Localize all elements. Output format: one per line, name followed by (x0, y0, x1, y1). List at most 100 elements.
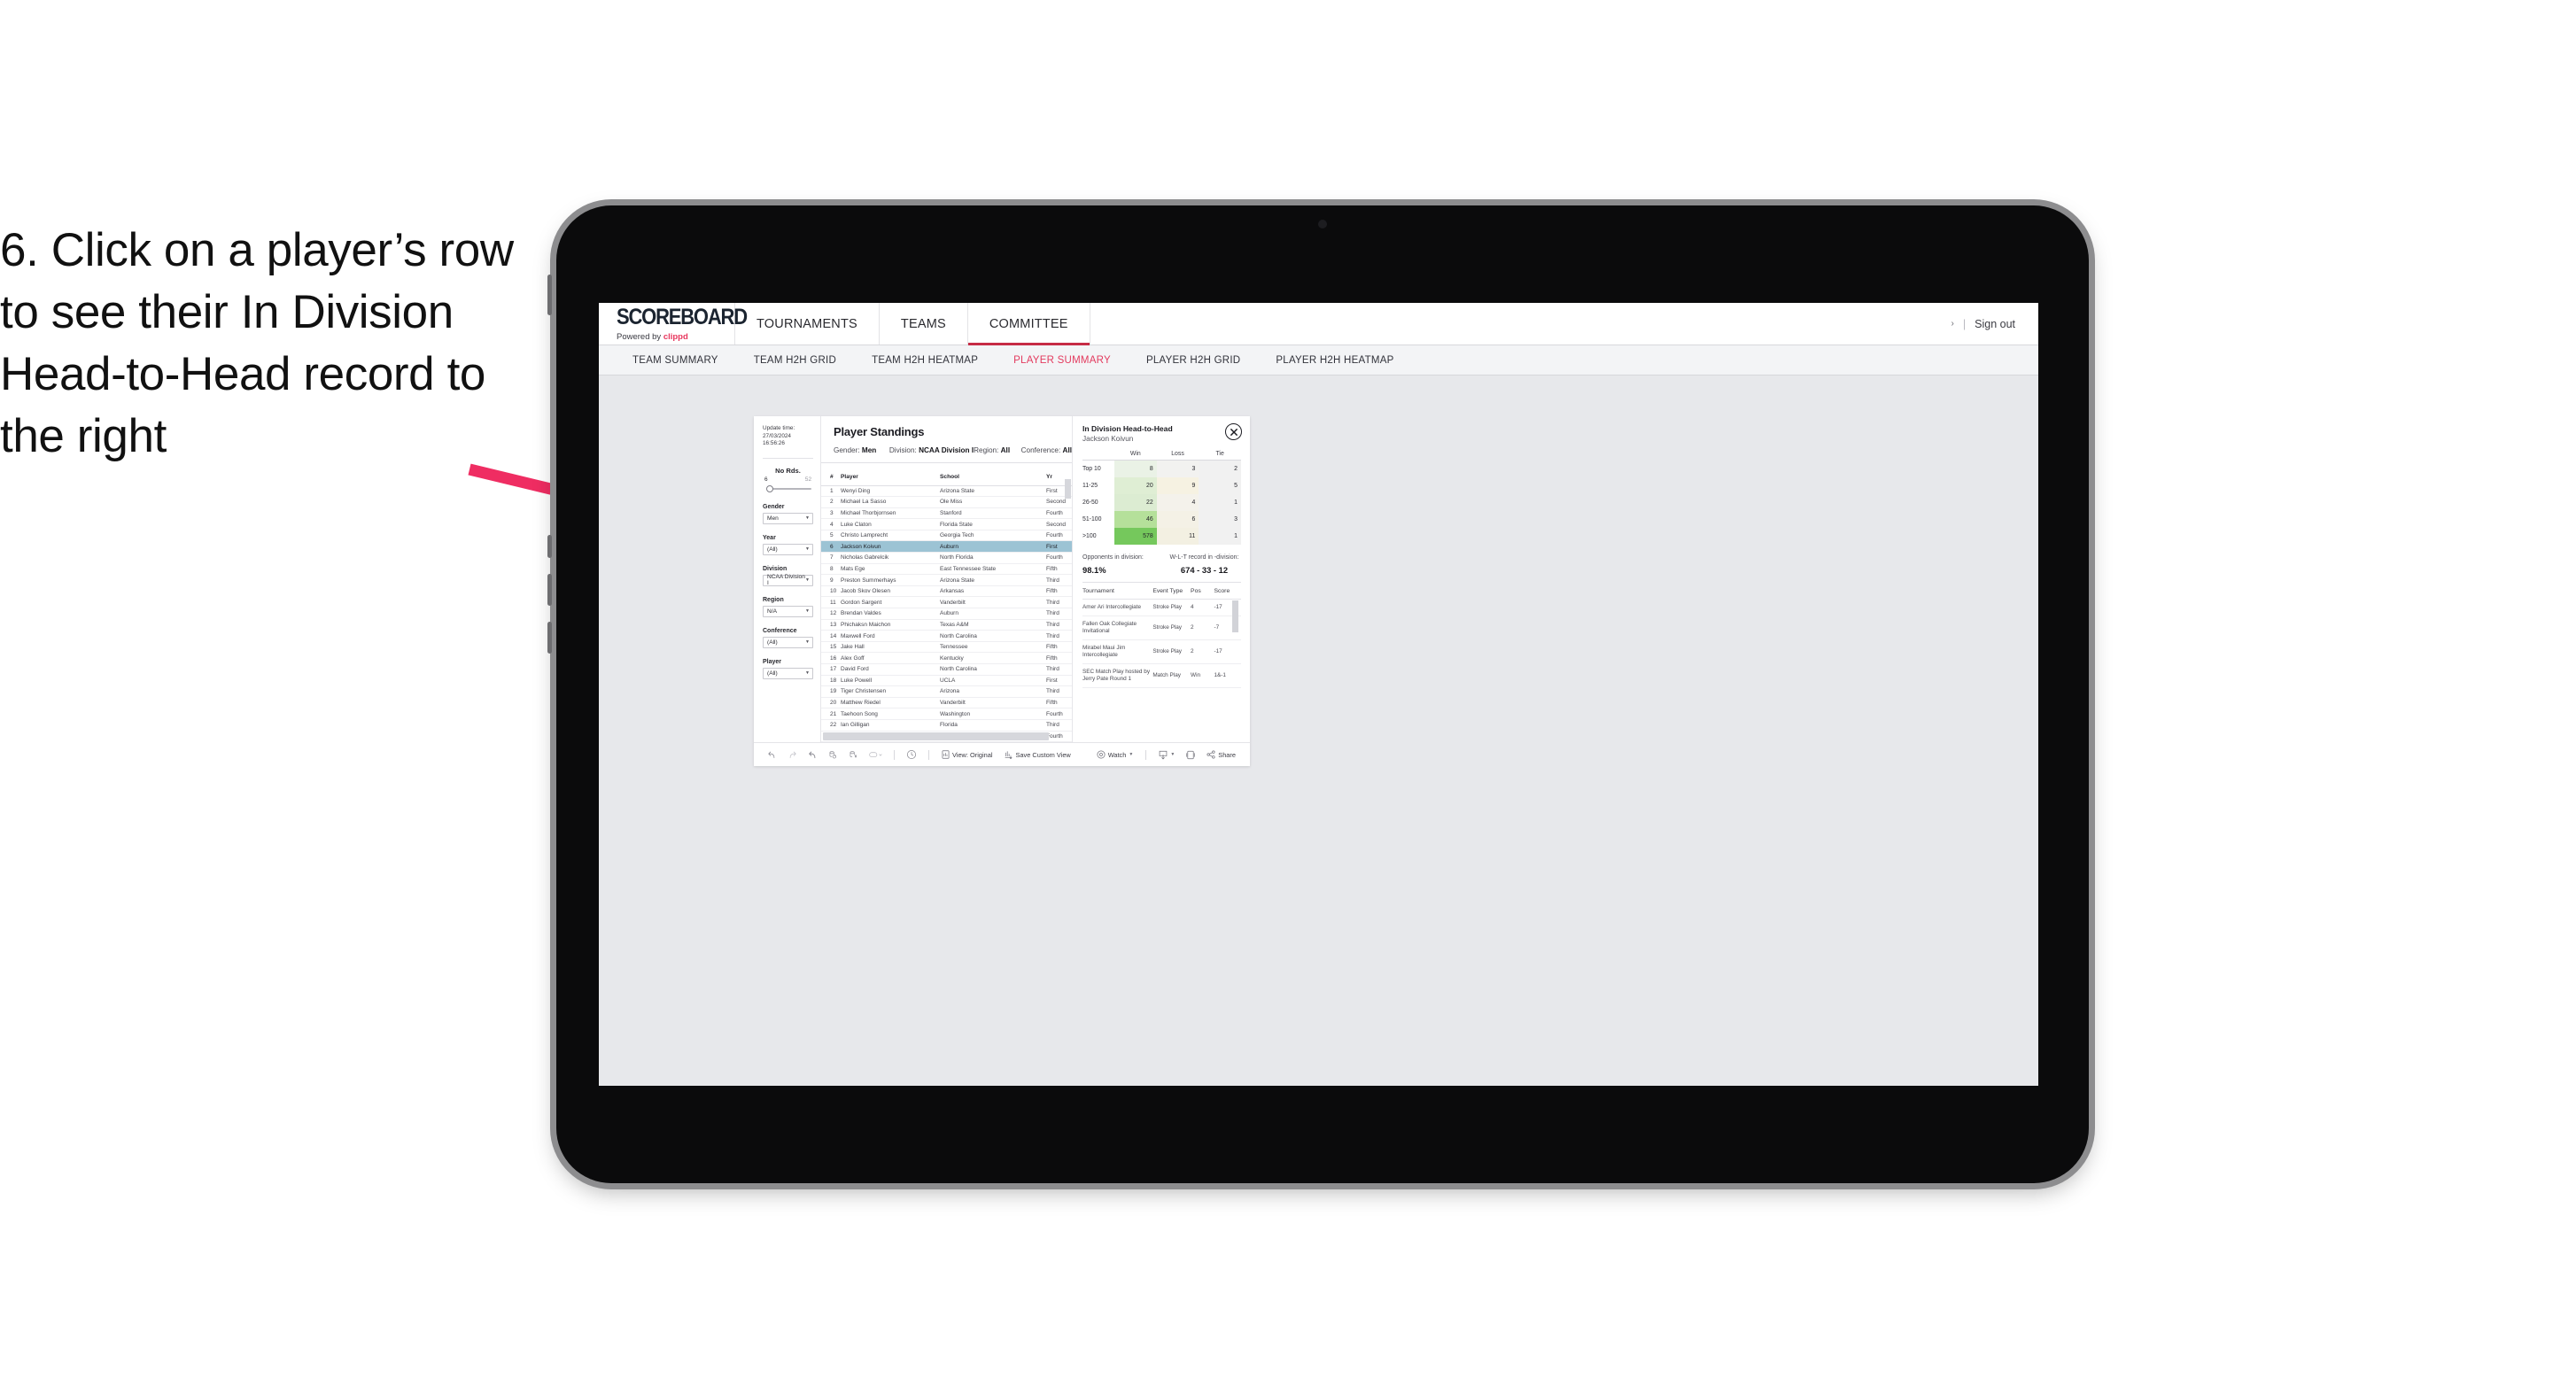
undo-icon[interactable] (762, 750, 782, 760)
slider-track[interactable] (763, 484, 813, 493)
table-row[interactable]: 16Alex GoffKentuckyFifth-8190 (821, 652, 1072, 664)
table-row[interactable]: 12Brendan ValdesAuburnThird-5270 (821, 608, 1072, 620)
table-row[interactable]: 7Nicholas GabrelcikNorth FloridaFourth-1… (821, 552, 1072, 564)
col-rank[interactable]: # (821, 463, 841, 486)
list-item[interactable]: SEC Match Play hosted by Jerry Pate Roun… (1082, 663, 1241, 688)
list-item[interactable]: Amer Ari Intercollegiate Stroke Play 4 -17 (1082, 599, 1241, 616)
chevron-down-icon: ▼ (805, 670, 810, 677)
brand-logo[interactable]: SCOREBOARD Powered by clippd (599, 303, 748, 345)
tab-player-h2h-heatmap[interactable]: PLAYER H2H HEATMAP (1258, 355, 1411, 366)
table-row[interactable]: 11Gordon SargentVanderbiltThird-4210 (821, 596, 1072, 609)
redo-icon[interactable] (782, 750, 803, 760)
watch-button[interactable]: Watch ▼ (1090, 750, 1140, 759)
close-icon[interactable] (1225, 423, 1242, 440)
table-row[interactable]: 19Tiger ChristensenArizonaThird-5232 (821, 685, 1072, 698)
cell-player: Taehoon Song (841, 708, 940, 720)
tab-team-h2h-heatmap[interactable]: TEAM H2H HEATMAP (854, 355, 996, 366)
pause-auto-update-icon[interactable] (901, 749, 922, 760)
meta-gender: Gender: Men (834, 446, 889, 454)
standings-table-wrapper: # Player School Yr RegRank ConfRank NoRd… (821, 462, 1072, 742)
table-row[interactable]: 15Jake HallTennesseeFifth-7180 (821, 641, 1072, 654)
fullscreen-icon[interactable] (1181, 750, 1200, 760)
cell-event-type: Stroke Play (1152, 616, 1191, 640)
table-row[interactable]: 4Luke ClatonFlorida StateSecond-1272 (821, 518, 1072, 530)
standings-horizontal-scrollbar[interactable] (821, 732, 1072, 740)
meta-value: All (1000, 446, 1011, 454)
table-row[interactable]: 1Wenyi DingArizona StateFirst-1151 (821, 485, 1072, 498)
h2h-row: >100 578 11 1 (1082, 527, 1241, 545)
sign-out-link[interactable]: Sign out (1975, 318, 2015, 330)
cell-rank: 8 (821, 563, 841, 576)
tab-player-summary[interactable]: PLAYER SUMMARY (996, 355, 1129, 366)
cell-school: Ole Miss (940, 496, 1046, 508)
standings-vertical-scrollbar[interactable] (1065, 479, 1071, 499)
division-select[interactable]: NCAA Division I ▼ (763, 574, 813, 586)
cell-rank: 7 (821, 552, 841, 564)
mute-button[interactable] (547, 622, 552, 654)
meta-label: Conference: (1020, 446, 1061, 454)
events-header-row: Tournament Event Type Pos Score (1082, 582, 1241, 600)
view-label: View: Original (952, 750, 993, 759)
table-row[interactable]: 20Matthew RiedelVanderbiltFifth-9230 (821, 697, 1072, 709)
cell-school: Washington (940, 708, 1046, 720)
topnav-item-tournaments[interactable]: TOURNAMENTS (735, 303, 880, 345)
tab-team-h2h-grid[interactable]: TEAM H2H GRID (736, 355, 854, 366)
region-select[interactable]: N/A ▼ (763, 605, 813, 617)
cell-player: Jake Hall (841, 641, 940, 654)
table-row[interactable]: 10Jacob Skov OlesenArkansasFifth-3230 (821, 585, 1072, 598)
player-select[interactable]: (All) ▼ (763, 667, 813, 679)
slider-handle[interactable] (766, 484, 773, 492)
standings-meta: Gender: Men Division: NCAA Division I Re… (834, 446, 1072, 462)
table-row[interactable]: 6Jackson KoivunAuburnFirst-2271 (821, 540, 1072, 554)
summary-label: W-L-T record in -division: (1169, 554, 1239, 561)
refresh-data-icon[interactable] (823, 750, 843, 760)
slider-max: 52 (804, 476, 811, 483)
col-school[interactable]: School (940, 463, 1046, 486)
pause-updates-icon[interactable] (843, 750, 864, 760)
volume-down-button[interactable] (547, 574, 552, 606)
table-row[interactable]: 18Luke PowellUCLAFirst-4241 (821, 675, 1072, 687)
events-scrollbar[interactable] (1232, 600, 1238, 632)
events-table-section: Tournament Event Type Pos Score Amer Ari… (1082, 581, 1241, 688)
chevron-right-icon[interactable]: › (1951, 319, 1954, 329)
save-custom-view-button[interactable]: Save Custom View (998, 750, 1076, 759)
table-row[interactable]: 17David FordNorth CarolinaThird-4211 (821, 663, 1072, 676)
table-row[interactable]: 13Phichaksn MaichonTexas A&MThird-6301 (821, 619, 1072, 631)
tab-team-summary[interactable]: TEAM SUMMARY (615, 355, 736, 366)
table-row[interactable]: 5Christo LamprechtGeorgia TechFourth-221… (821, 530, 1072, 542)
conference-select[interactable]: (All) ▼ (763, 636, 813, 648)
table-row[interactable]: 14Maxwell FordNorth CarolinaThird-3230 (821, 630, 1072, 642)
meta-value: NCAA Division I (919, 446, 974, 454)
cell-player: Preston Summerhays (841, 574, 940, 586)
h2h-cell-loss: 4 (1156, 493, 1199, 511)
revert-icon[interactable] (803, 750, 823, 760)
year-select[interactable]: (All) ▼ (763, 543, 813, 555)
col-player[interactable]: Player (841, 463, 940, 486)
topnav-item-teams[interactable]: TEAMS (880, 303, 968, 345)
gender-select[interactable]: Men ▼ (763, 512, 813, 524)
cell-event-type: Stroke Play (1152, 639, 1191, 664)
view-icon (942, 750, 950, 759)
table-row[interactable]: 9Preston SummerhaysArizona StateThird-32… (821, 574, 1072, 586)
power-button[interactable] (547, 275, 552, 315)
download-button[interactable]: ▼ (1152, 750, 1181, 760)
instruction-caption: 6. Click on a player’s row to see their … (0, 224, 514, 462)
volume-up-button[interactable] (547, 535, 552, 558)
table-row[interactable]: 21Taehoon SongWashingtonFourth-6231 (821, 708, 1072, 720)
table-row[interactable]: 2Michael La SassoOle MissSecond-1180 (821, 496, 1072, 508)
list-item[interactable]: Mirabel Maui Jim Intercollegiate Stroke P… (1082, 639, 1241, 664)
device-layout-icon[interactable] (864, 750, 888, 760)
tab-player-h2h-grid[interactable]: PLAYER H2H GRID (1129, 355, 1258, 366)
table-row[interactable]: 3Michael ThorbjornsenStanfordFourth-291 (821, 507, 1072, 520)
h2h-cell-win: 22 (1114, 493, 1157, 511)
topnav-item-committee[interactable]: COMMITTEE (967, 303, 1090, 345)
table-row[interactable]: 22Ian GilliganFloridaThird-10241 (821, 719, 1072, 732)
summary-label: Opponents in division: (1082, 554, 1144, 561)
meta-conference: Conference: All (1021, 446, 1072, 454)
share-button[interactable]: Share (1200, 750, 1242, 759)
view-original-button[interactable]: View: Original (935, 750, 998, 759)
table-row[interactable]: 8Mats EgeEast Tennessee StateFifth-1242 (821, 563, 1072, 576)
list-item[interactable]: Fallen Oak Collegiate Invitational Stroke… (1082, 616, 1241, 640)
cell-player: Christo Lamprecht (841, 530, 940, 542)
scrollbar-thumb[interactable] (823, 732, 1049, 740)
